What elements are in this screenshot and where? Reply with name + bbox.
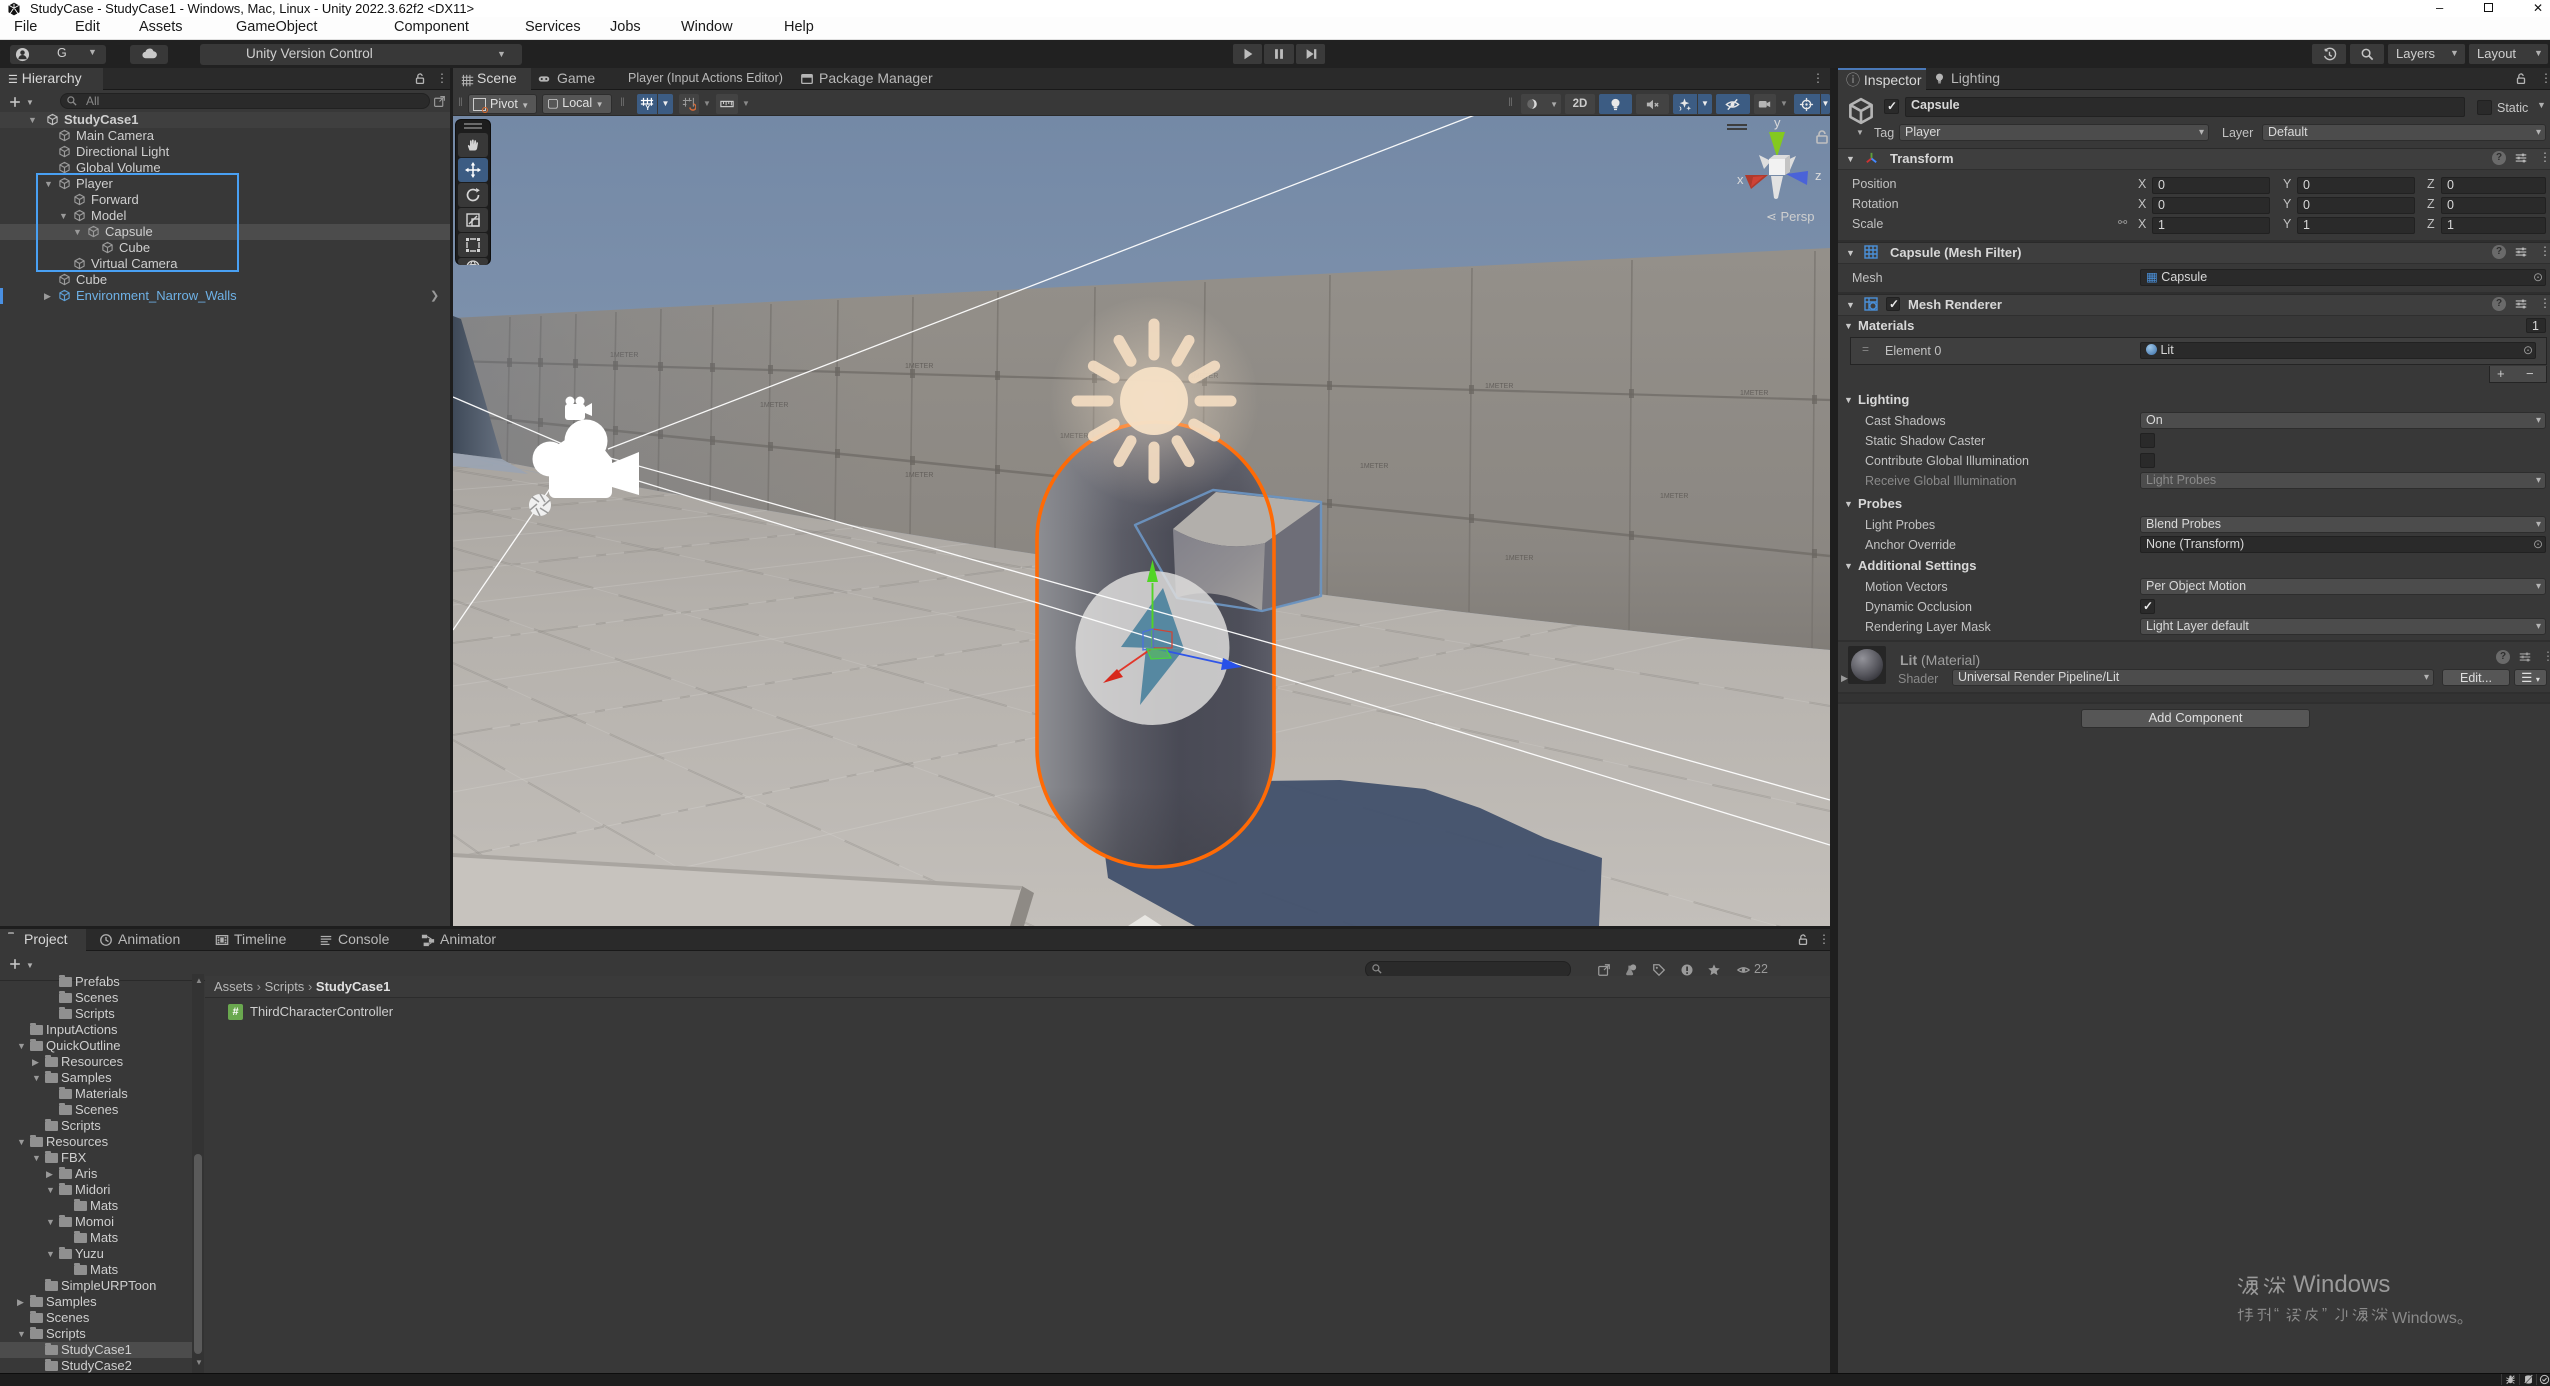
svg-text:1METER: 1METER <box>905 472 933 479</box>
svg-text:1METER: 1METER <box>1485 383 1513 390</box>
svg-text:Y: Y <box>645 105 650 111</box>
svg-text:x: x <box>1737 172 1744 187</box>
svg-text:1METER: 1METER <box>905 363 933 370</box>
svg-text:1METER: 1METER <box>1505 555 1533 562</box>
svg-text:1METER: 1METER <box>1740 390 1768 397</box>
svg-text:1METER: 1METER <box>1660 493 1688 500</box>
svg-text:⋖ Persp: ⋖ Persp <box>1766 209 1814 224</box>
svg-text:z: z <box>1815 168 1822 183</box>
svg-text:1METER: 1METER <box>1360 463 1388 470</box>
svg-text:y: y <box>1774 116 1781 130</box>
